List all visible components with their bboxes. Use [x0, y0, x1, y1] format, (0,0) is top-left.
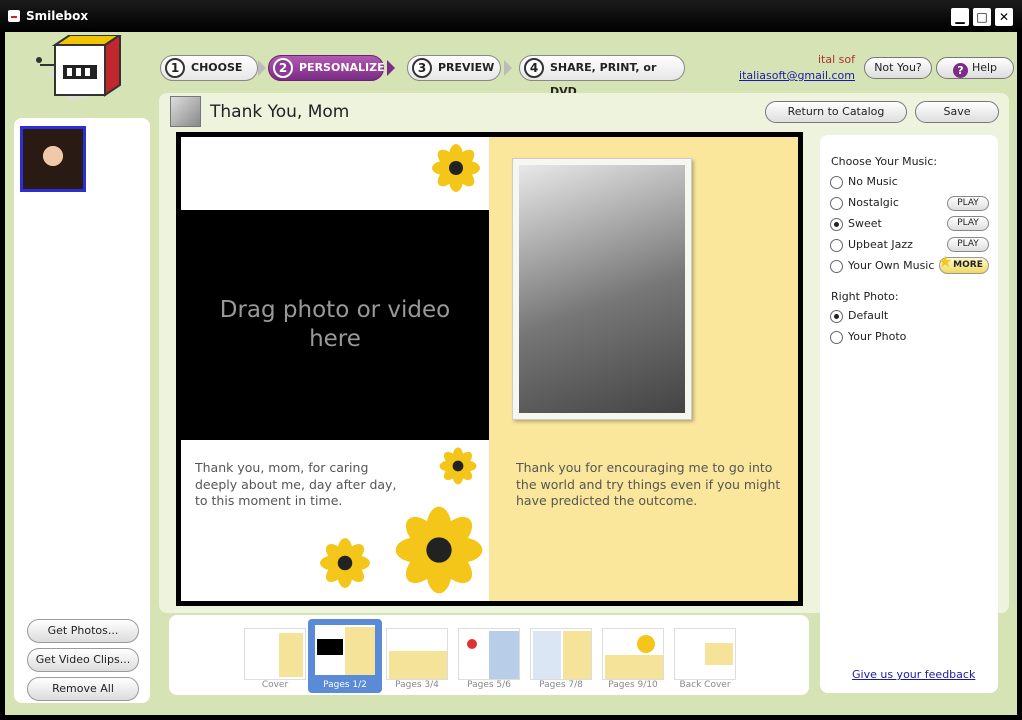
play-button-sweet[interactable]: PLAY: [947, 216, 989, 231]
thumbnail-cover[interactable]: [244, 628, 306, 680]
music-radio-no-music[interactable]: [830, 176, 843, 189]
feedback-link[interactable]: Give us your feedback: [852, 668, 975, 681]
play-button-nostalgic[interactable]: PLAY: [947, 196, 989, 211]
thumbnail-label: Pages 7/8: [539, 680, 583, 690]
thumbnail-art: [605, 655, 663, 679]
thumbnail-art: [345, 627, 375, 675]
music-option-label: Sweet: [848, 217, 882, 230]
step-label: PREVIEW: [438, 61, 495, 74]
right-photo-option-label: Your Photo: [848, 330, 907, 343]
right-photo-frame[interactable]: [512, 158, 692, 420]
step-number: 1: [165, 58, 185, 78]
thumbnail-art: [705, 643, 733, 665]
thumbnail-pages-5-6[interactable]: [458, 628, 520, 680]
chevron-right-icon: [387, 60, 395, 76]
thumbnail-label: Back Cover: [679, 680, 731, 690]
title-bar: Smilebox ▁ □ ✕: [0, 0, 1022, 32]
thumbnail-art: [533, 631, 561, 679]
user-name: ital sof: [818, 53, 855, 66]
heart-icon: [467, 639, 477, 649]
maximize-icon[interactable]: □: [973, 8, 991, 26]
project-thumbnail-icon: [170, 96, 201, 127]
right-photo-option-label: Default: [848, 309, 889, 322]
star-icon: ★: [938, 252, 953, 271]
music-option-label: No Music: [848, 175, 898, 188]
step-choose[interactable]: 1 CHOOSE: [160, 55, 258, 81]
thumbnail-art: [489, 631, 519, 679]
play-button-upbeat-jazz[interactable]: PLAY: [947, 237, 989, 252]
smilebox-app-icon: [8, 10, 20, 22]
right-photo-radio-default[interactable]: [830, 310, 843, 323]
user-email-link[interactable]: italiasoft@gmail.com: [739, 69, 855, 82]
right-photo-heading: Right Photo:: [831, 290, 899, 303]
not-you-button[interactable]: Not You?: [864, 57, 932, 79]
flower-icon: [395, 506, 483, 594]
drop-text-line-1: Drag photo or video: [219, 297, 451, 323]
right-page-caption[interactable]: Thank you for encouraging me to go into …: [516, 460, 786, 510]
return-to-catalog-button[interactable]: Return to Catalog: [765, 101, 907, 123]
left-page-caption[interactable]: Thank you, mom, for caring deeply about …: [195, 460, 405, 510]
save-button[interactable]: Save: [915, 101, 999, 123]
thumbnail-label: Pages 5/6: [467, 680, 511, 690]
photo-drop-zone[interactable]: Drag photo or video here: [181, 210, 489, 440]
thumbnail-pages-1-2[interactable]: [314, 624, 376, 676]
user-photo[interactable]: [20, 126, 86, 192]
thumbnail-art: [389, 651, 447, 679]
thumbnail-pages-9-10[interactable]: [602, 628, 664, 680]
flower-icon: [320, 538, 370, 588]
thumbnail-pages-3-4[interactable]: [386, 628, 448, 680]
thumbnail-label: Pages 9/10: [608, 680, 658, 690]
get-video-clips-button[interactable]: Get Video Clips...: [27, 648, 139, 672]
help-icon: ?: [952, 63, 968, 78]
thumbnail-art: [317, 639, 343, 655]
chevron-right-icon: [258, 60, 266, 76]
music-radio-upbeat-jazz[interactable]: [830, 239, 843, 252]
music-radio-nostalgic[interactable]: [830, 197, 843, 210]
thumbnail-back-cover[interactable]: [674, 628, 736, 680]
music-heading: Choose Your Music:: [831, 155, 938, 168]
drop-text-line-2: here: [309, 326, 361, 352]
step-share[interactable]: 4 SHARE, PRINT, or DVD: [519, 55, 685, 98]
thumbnail-label: Pages 3/4: [395, 680, 439, 690]
smilebox-logo: [36, 35, 122, 101]
remove-all-button[interactable]: Remove All: [27, 677, 139, 701]
step-preview[interactable]: 3 PREVIEW: [407, 55, 501, 81]
step-number: 2: [273, 58, 293, 78]
minimize-icon[interactable]: ▁: [951, 8, 969, 26]
flower-icon: [432, 144, 480, 192]
child-photo: [519, 165, 685, 413]
step-personalize[interactable]: 2 PERSONALIZE: [268, 55, 385, 81]
flower-icon: [439, 447, 477, 485]
thumbnail-art: [279, 633, 303, 677]
step-number: 4: [524, 58, 544, 78]
step-number: 3: [412, 58, 432, 78]
chevron-right-icon: [504, 60, 512, 76]
music-radio-your-own[interactable]: [830, 260, 843, 273]
close-icon[interactable]: ✕: [995, 8, 1013, 26]
flower-icon: [637, 635, 655, 653]
right-photo-radio-your-photo[interactable]: [830, 331, 843, 344]
thumbnail-pages-7-8[interactable]: [530, 628, 592, 680]
step-label: PERSONALIZE: [299, 61, 385, 74]
step-label: CHOOSE: [191, 61, 243, 74]
thumbnail-label: Pages 1/2: [323, 680, 367, 690]
window-title: Smilebox: [26, 9, 89, 23]
music-option-label: Upbeat Jazz: [848, 238, 913, 251]
get-photos-button[interactable]: Get Photos...: [27, 619, 139, 643]
help-label: Help: [971, 61, 998, 74]
help-button[interactable]: ? Help: [936, 57, 1014, 79]
thumbnail-label: Cover: [261, 680, 289, 690]
left-panel: [14, 118, 150, 703]
project-title: Thank You, Mom: [210, 102, 350, 122]
thumbnail-art: [563, 631, 591, 679]
music-radio-sweet[interactable]: [830, 218, 843, 231]
music-option-label: Your Own Music: [848, 259, 935, 272]
music-option-label: Nostalgic: [848, 196, 899, 209]
